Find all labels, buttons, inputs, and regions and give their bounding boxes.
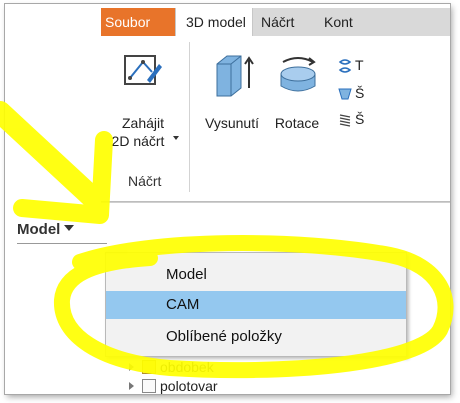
dropdown-underline [17,243,107,244]
sketch-panel-title: Náčrt [128,173,162,189]
screenshot-frame: Soubor 3D model Náčrt Kont Zahájit 2D ná… [5,4,450,394]
start-sketch-label-1: Zahájit [121,115,165,131]
revolve-button[interactable]: Rotace [267,36,331,146]
extrude-label: Vysunutí [205,115,259,131]
start-sketch-label-2: 2D náčrt [111,133,165,149]
extrude-button[interactable]: Vysunutí [197,36,267,146]
small-tool-2-label: Š [355,85,365,101]
start-2d-sketch-button[interactable]: Zahájit 2D náčrt [101,36,185,166]
small-tool-1[interactable]: T [337,56,377,76]
loft-icon [338,59,352,73]
small-tool-1-label: T [355,57,364,73]
expand-arrow-icon[interactable] [129,382,134,390]
ribbon-tab-bar: Soubor 3D model Náčrt Kont [101,8,450,36]
model-dropdown-label: Model [17,221,61,238]
coil-icon [339,114,351,127]
folder-icon [142,360,156,374]
tree-row-label: polotovar [160,378,218,394]
menu-item-model[interactable]: Model [106,261,406,289]
sweep-icon [338,88,352,100]
ribbon-bottom-border [101,202,450,203]
tree-row-label: obdobek [160,359,214,375]
tab-soubor[interactable]: Soubor [101,8,175,36]
model-browser-dropdown[interactable]: Model [17,218,105,242]
tree-row[interactable]: polotovar [129,378,218,394]
ribbon-panel: Zahájit 2D náčrt Náčrt Vysunutí Rotace T… [101,36,450,202]
browser-dropdown-menu: Model CAM Oblíbené položky [105,252,407,357]
ribbon-divider [189,42,190,192]
menu-item-cam[interactable]: CAM [106,291,406,319]
small-tool-2[interactable]: Š [337,84,377,104]
extrude-icon [216,55,254,97]
menu-item-favorites[interactable]: Oblíbené položky [106,323,406,351]
revolve-label: Rotace [274,115,320,131]
tab-nacrt[interactable]: Náčrt [261,8,311,36]
expand-arrow-icon[interactable] [129,363,134,371]
chevron-down-icon[interactable] [173,136,179,140]
small-tool-3[interactable]: Š [337,110,377,130]
tree-row[interactable]: obdobek [129,359,214,377]
sketch-icon [124,55,162,85]
tab-kont[interactable]: Kont [324,8,364,36]
revolve-icon [280,57,316,92]
body-icon [142,379,156,393]
application-window: Soubor 3D model Náčrt Kont Zahájit 2D ná… [5,4,450,394]
small-tool-3-label: Š [355,111,365,127]
chevron-down-icon [64,225,75,231]
tab-3d-model[interactable]: 3D model [175,8,253,36]
